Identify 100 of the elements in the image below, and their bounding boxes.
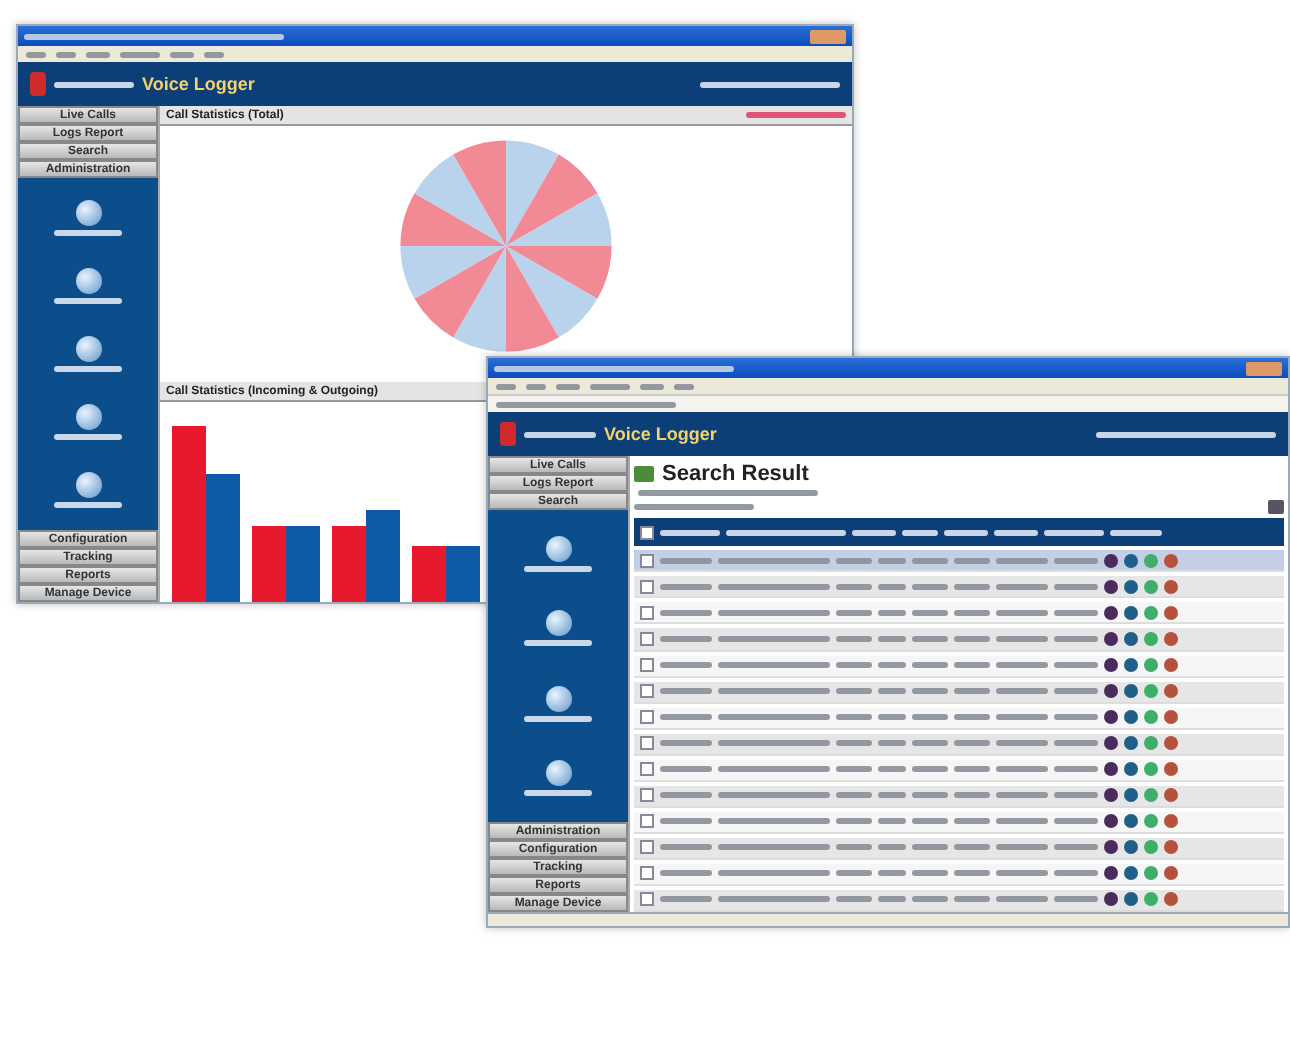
globe-icon[interactable] <box>75 336 101 362</box>
checkbox[interactable] <box>640 814 654 829</box>
illegible-cell <box>878 766 906 773</box>
illegible-cell <box>954 870 990 877</box>
illegible-cell <box>996 896 1048 903</box>
illegible-cell <box>878 740 906 747</box>
illegible-cell <box>660 688 712 695</box>
illegible-header-links[interactable] <box>1096 431 1276 437</box>
illegible-menu-item[interactable] <box>590 383 630 389</box>
globe-icon[interactable] <box>545 685 571 712</box>
illegible-cell <box>718 740 830 747</box>
illegible-menu-item[interactable] <box>674 383 694 389</box>
table-row[interactable] <box>634 628 1284 652</box>
checkbox[interactable] <box>640 762 654 777</box>
illegible-cell <box>836 870 872 877</box>
illegible-brand <box>54 81 134 87</box>
illegible-cell <box>912 818 948 825</box>
table-row[interactable] <box>634 785 1284 808</box>
illegible-label <box>524 565 592 572</box>
printer-icon[interactable] <box>1268 499 1284 514</box>
table-row[interactable] <box>634 550 1284 573</box>
illegible-cell <box>912 636 948 642</box>
checkbox[interactable] <box>640 788 654 803</box>
checkbox[interactable] <box>640 736 654 751</box>
illegible-column-heading <box>944 529 988 536</box>
illegible-cell <box>954 714 990 721</box>
table-row[interactable] <box>634 837 1284 860</box>
globe-icon[interactable] <box>75 200 101 226</box>
globe-icon[interactable] <box>545 760 571 787</box>
checkbox[interactable] <box>640 605 654 620</box>
table-row[interactable] <box>634 759 1284 782</box>
illegible-cell <box>878 662 906 669</box>
illegible-cell <box>912 844 948 851</box>
illegible-cell <box>878 792 906 799</box>
illegible-label <box>54 298 122 304</box>
table-row[interactable] <box>634 655 1284 678</box>
illegible-column-heading <box>994 529 1038 536</box>
illegible-cell <box>1054 792 1098 799</box>
illegible-cell <box>996 818 1048 825</box>
table-row[interactable] <box>634 733 1284 756</box>
table-row[interactable] <box>634 889 1284 912</box>
illegible-menu-item[interactable] <box>170 51 194 57</box>
illegible-column-heading <box>902 529 938 536</box>
globe-icon[interactable] <box>75 472 101 498</box>
checkbox[interactable] <box>640 553 654 568</box>
illegible-menu-item[interactable] <box>86 51 110 57</box>
checkbox[interactable] <box>640 710 654 725</box>
checkbox[interactable] <box>640 658 654 673</box>
illegible-cell <box>836 557 872 564</box>
illegible-menu-item[interactable] <box>640 383 664 389</box>
illegible-cell <box>878 844 906 851</box>
illegible-cell <box>1054 688 1098 695</box>
illegible-column-heading <box>1110 529 1162 536</box>
illegible-cell <box>912 766 948 773</box>
table-row[interactable] <box>634 811 1284 834</box>
illegible-cell <box>836 583 872 590</box>
globe-icon[interactable] <box>545 535 571 562</box>
checkbox[interactable] <box>640 840 654 855</box>
illegible-cell <box>1054 636 1098 642</box>
illegible-cell <box>836 636 872 642</box>
illegible-cell <box>1054 557 1098 564</box>
illegible-cell <box>996 557 1048 564</box>
illegible-header-links[interactable] <box>700 81 840 87</box>
table-row[interactable] <box>634 681 1284 704</box>
illegible-cell <box>836 818 872 825</box>
illegible-cell <box>878 688 906 695</box>
app-logo-text: Voice Logger <box>142 74 255 94</box>
checkbox[interactable] <box>640 579 654 594</box>
table-row[interactable] <box>634 863 1284 886</box>
illegible-cell <box>1054 818 1098 825</box>
illegible-menu-item[interactable] <box>204 51 224 57</box>
globe-icon[interactable] <box>545 610 571 637</box>
folder-icon <box>634 466 654 482</box>
illegible-cell <box>996 792 1048 799</box>
table-row[interactable] <box>634 602 1284 625</box>
illegible-cell <box>1054 896 1098 903</box>
checkbox[interactable] <box>640 892 654 907</box>
checkbox[interactable] <box>640 866 654 881</box>
globe-icon[interactable] <box>75 404 101 430</box>
checkbox[interactable] <box>640 525 654 540</box>
illegible-menu-item[interactable] <box>556 383 580 389</box>
globe-icon[interactable] <box>75 268 101 294</box>
address-bar[interactable] <box>488 394 1288 412</box>
illegible-cell <box>954 766 990 773</box>
illegible-cell <box>836 766 872 773</box>
illegible-cell <box>1054 583 1098 590</box>
table-row[interactable] <box>634 707 1284 730</box>
illegible-label <box>54 366 122 372</box>
illegible-cell <box>836 609 872 616</box>
illegible-label <box>54 230 122 236</box>
table-row[interactable] <box>634 576 1284 599</box>
illegible-cell <box>660 870 712 877</box>
illegible-cell <box>954 557 990 564</box>
illegible-cell <box>836 714 872 721</box>
illegible-menu-item[interactable] <box>120 51 160 57</box>
illegible-cell <box>660 792 712 799</box>
checkbox[interactable] <box>640 684 654 699</box>
bar <box>446 546 480 602</box>
checkbox[interactable] <box>640 632 654 646</box>
logo-icon <box>30 72 46 96</box>
